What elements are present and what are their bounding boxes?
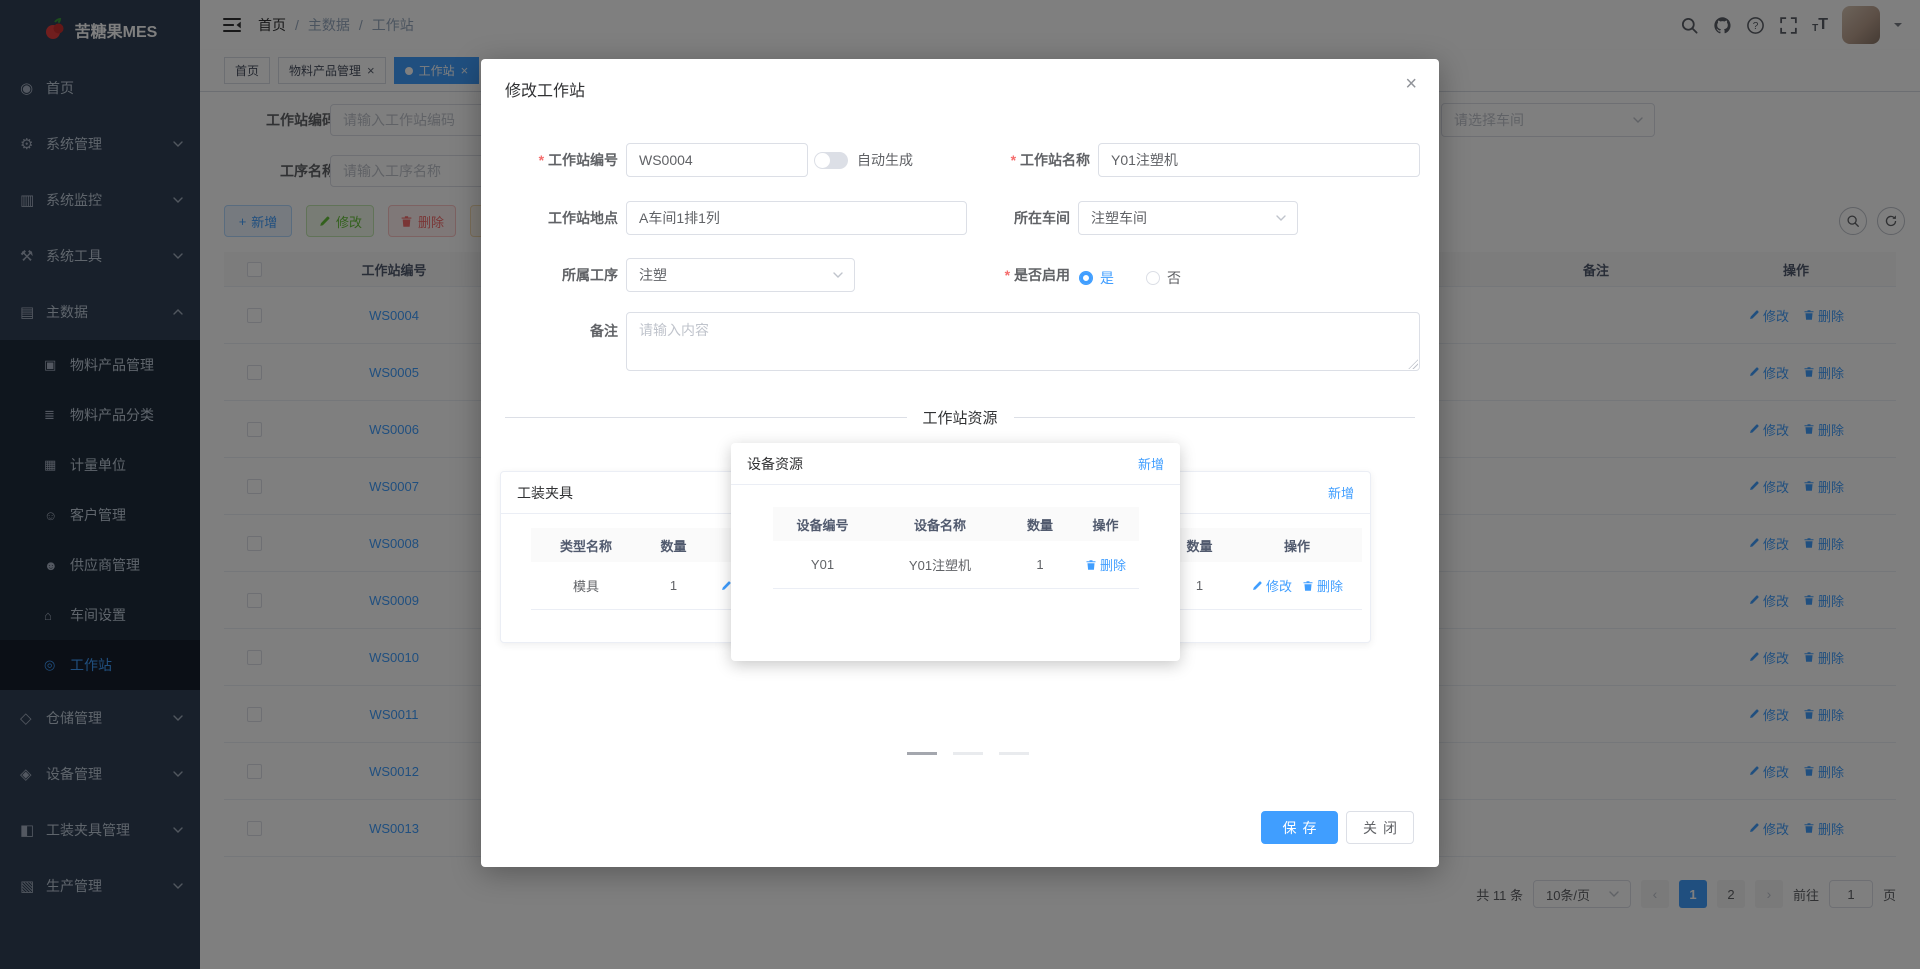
enabled-label: 是否启用 bbox=[933, 258, 1070, 292]
auto-generate-label: 自动生成 bbox=[857, 152, 913, 168]
equipment-code-cell: Y01 bbox=[810, 557, 835, 572]
location-label: 工作站地点 bbox=[548, 210, 618, 226]
code-label: 工作站编号 bbox=[481, 143, 618, 177]
process-label: 所属工序 bbox=[562, 267, 618, 283]
third-delete-link[interactable]: 删除 bbox=[1302, 576, 1343, 595]
workshop-label: 所在车间 bbox=[1014, 210, 1070, 226]
carousel-dash-1[interactable] bbox=[907, 752, 937, 755]
section-title: 工作站资源 bbox=[922, 410, 998, 427]
save-button[interactable]: 保存 bbox=[1261, 811, 1338, 844]
name-input[interactable] bbox=[1098, 143, 1420, 177]
carousel-dash-3[interactable] bbox=[999, 752, 1029, 755]
enabled-no-radio[interactable]: 否 bbox=[1146, 268, 1181, 288]
auto-generate-toggle[interactable] bbox=[814, 152, 848, 169]
radio-dot-icon bbox=[1079, 271, 1093, 285]
workshop-select[interactable]: 注塑车间 bbox=[1078, 201, 1298, 235]
resize-handle-icon[interactable] bbox=[1408, 359, 1418, 369]
dialog-close-button[interactable]: 关闭 bbox=[1346, 811, 1414, 844]
section-divider: 工作站资源 bbox=[505, 407, 1415, 428]
carousel-indicators bbox=[907, 752, 1029, 755]
third-add-link[interactable]: 新增 bbox=[1328, 483, 1354, 502]
equipment-delete-link[interactable]: 删除 bbox=[1085, 555, 1126, 574]
equipment-resource-card: 设备资源 新增 设备编号 设备名称 数量 操作 Y01 Y01注塑机 1 删除 bbox=[731, 443, 1180, 661]
chevron-down-icon bbox=[832, 269, 844, 281]
fixture-card-title: 工装夹具 bbox=[517, 484, 573, 501]
dialog-title: 修改工作站 bbox=[505, 83, 586, 100]
remark-textarea[interactable] bbox=[626, 312, 1420, 371]
edit-workstation-dialog: 修改工作站 × 工作站编号 自动生成 工作站名称 工作站地点 所在车间 注塑车间… bbox=[481, 59, 1439, 867]
trash-icon bbox=[1302, 580, 1314, 592]
third-edit-link[interactable]: 修改 bbox=[1251, 576, 1292, 595]
remark-label: 备注 bbox=[590, 323, 618, 339]
close-icon[interactable]: × bbox=[1405, 73, 1417, 96]
radio-dot-icon bbox=[1146, 271, 1160, 285]
fixture-qty-cell: 1 bbox=[669, 578, 678, 593]
name-label: 工作站名称 bbox=[953, 143, 1090, 177]
fixture-type-cell: 模具 bbox=[572, 579, 599, 594]
code-input[interactable] bbox=[626, 143, 808, 177]
equipment-add-link[interactable]: 新增 bbox=[1138, 454, 1164, 473]
process-select[interactable]: 注塑 bbox=[626, 258, 855, 292]
screen: 苦糖果MES ◉ 首页 ⚙ 系统管理 ▥ 系统监控 ⚒ 系统工具 ▤ 主数据 ▣… bbox=[0, 0, 1920, 969]
carousel-dash-2[interactable] bbox=[953, 752, 983, 755]
equipment-name-cell: Y01注塑机 bbox=[908, 558, 972, 573]
trash-icon bbox=[1085, 559, 1097, 571]
enabled-yes-radio[interactable]: 是 bbox=[1079, 268, 1114, 288]
chevron-down-icon bbox=[1275, 212, 1287, 224]
equipment-qty-cell: 1 bbox=[1036, 557, 1044, 572]
pencil-icon bbox=[1251, 580, 1263, 592]
equipment-card-title: 设备资源 bbox=[747, 455, 803, 472]
location-input[interactable] bbox=[626, 201, 967, 235]
